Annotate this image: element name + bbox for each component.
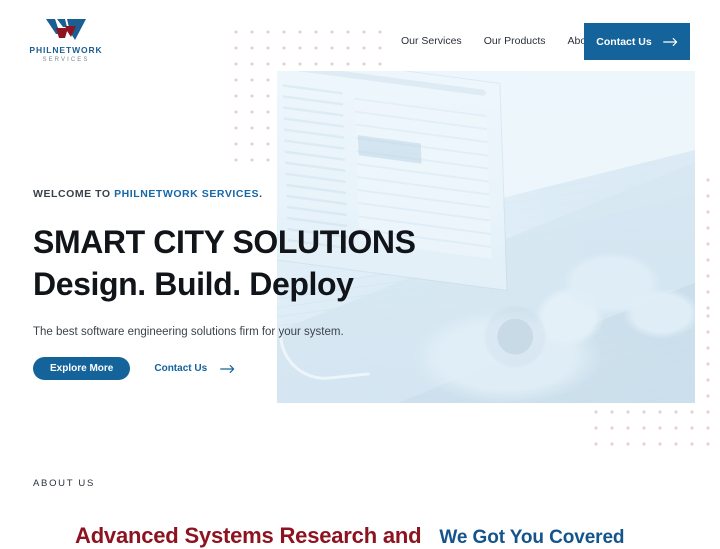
nav-item-our-services[interactable]: Our Services <box>401 35 462 47</box>
about-heading-secondary: We Got You Covered <box>439 527 625 548</box>
hero-eyebrow: WELCOME TO PHILNETWORK SERVICES. <box>33 188 433 200</box>
brand-name: PHILNETWORK <box>29 45 103 55</box>
nav-item-our-products[interactable]: Our Products <box>484 35 546 47</box>
hero-headline: SMART CITY SOLUTIONS Design. Build. Depl… <box>33 221 433 305</box>
site-header: PHILNETWORK SERVICES Our Services Our Pr… <box>0 0 720 72</box>
about-section: ABOUT US <box>33 478 95 489</box>
contact-us-button-label: Contact Us <box>596 35 652 48</box>
hero-eyebrow-suffix: . <box>259 188 263 200</box>
explore-more-button[interactable]: Explore More <box>33 357 131 380</box>
hero-subcopy: The best software engineering solutions … <box>33 326 344 338</box>
primary-nav: Our Services Our Products About <box>401 35 595 47</box>
about-kicker: ABOUT US <box>33 478 95 489</box>
w-monogram-logo-icon <box>46 19 86 40</box>
about-heading-primary: Advanced Systems Research and <box>75 523 422 548</box>
hero-headline-line-2: Design. Build. Deploy <box>33 266 354 302</box>
brand-tagline: SERVICES <box>42 57 90 63</box>
dot-pattern-right-edge <box>698 306 720 452</box>
hero-eyebrow-prefix: WELCOME TO <box>33 188 115 200</box>
hero-cta-row: Explore More Contact Us <box>33 357 433 380</box>
hero-contact-us-link[interactable]: Contact Us <box>154 363 235 374</box>
brand-logo-link[interactable]: PHILNETWORK SERVICES <box>29 17 102 63</box>
hero-section: WELCOME TO PHILNETWORK SERVICES. SMART C… <box>33 188 433 380</box>
arrow-right-icon <box>662 37 677 46</box>
hero-contact-us-label: Contact Us <box>154 363 208 374</box>
hero-eyebrow-highlight: PHILNETWORK SERVICES <box>114 188 260 200</box>
dot-pattern-right-strip <box>698 170 720 310</box>
contact-us-button[interactable]: Contact Us <box>584 23 690 60</box>
about-headings: Advanced Systems Research and We Got You… <box>75 523 625 549</box>
arrow-right-icon <box>220 364 235 373</box>
hero-headline-line-1: SMART CITY SOLUTIONS <box>33 224 416 260</box>
